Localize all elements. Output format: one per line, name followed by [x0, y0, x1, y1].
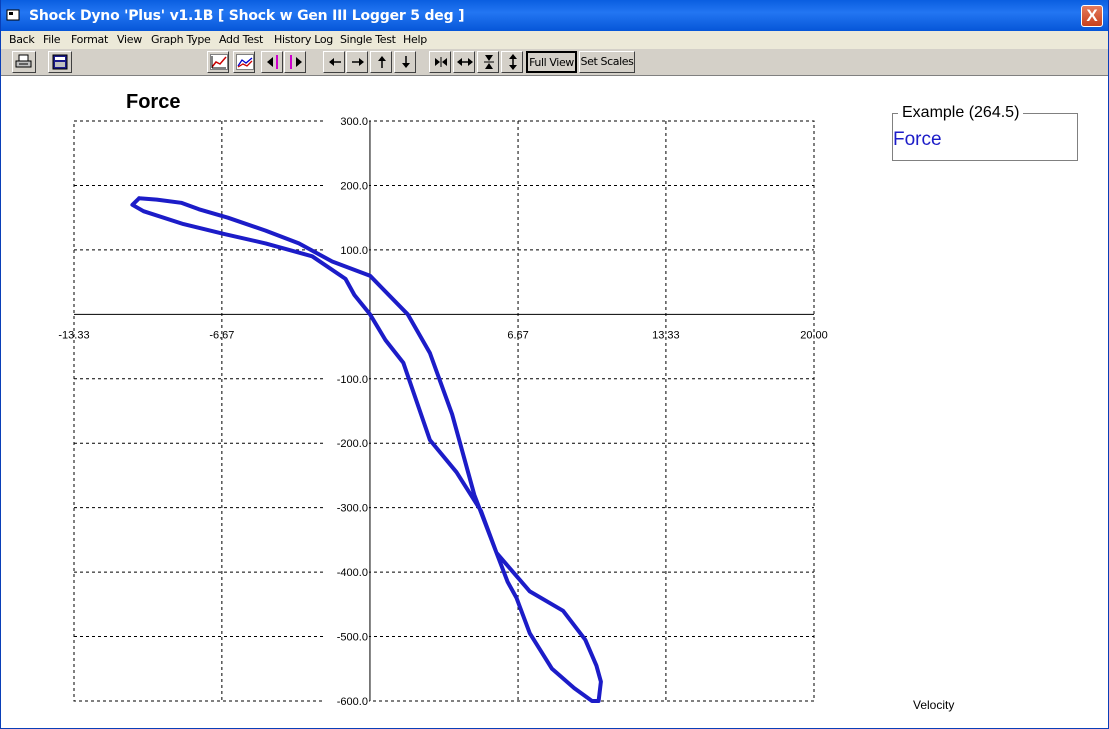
- y-tick-label: -600.0: [337, 696, 368, 708]
- legend-title: Example (264.5): [898, 104, 1024, 122]
- y-tick-label: 300.0: [340, 116, 368, 128]
- x-tick-label: -13.33: [58, 329, 89, 341]
- x-tick-label: -6.67: [209, 329, 234, 341]
- y-tick-label: -100.0: [337, 374, 368, 386]
- y-tick-label: -200.0: [337, 438, 368, 450]
- x-tick-label: 6.67: [507, 329, 528, 341]
- y-tick-label: -400.0: [337, 567, 368, 579]
- x-tick-label: 20.00: [800, 329, 828, 341]
- chart-axes: [74, 121, 814, 701]
- x-tick-label: 13.33: [652, 329, 680, 341]
- plot-border: [73, 120, 815, 702]
- y-tick-label: 200.0: [340, 180, 368, 192]
- legend-series-label: Force: [893, 129, 942, 150]
- chart-tick-labels: -13.33 -6.67 6.67 13.33 20.00 300.0 200.0 100.0…: [58, 115, 828, 708]
- y-tick-label: -300.0: [337, 503, 368, 515]
- y-tick-label: -500.0: [337, 632, 368, 644]
- chart-grid: [73, 120, 815, 702]
- chart-title: Force: [126, 91, 180, 113]
- chart-xlabel: Velocity: [913, 698, 954, 712]
- y-tick-label: 100.0: [340, 245, 368, 257]
